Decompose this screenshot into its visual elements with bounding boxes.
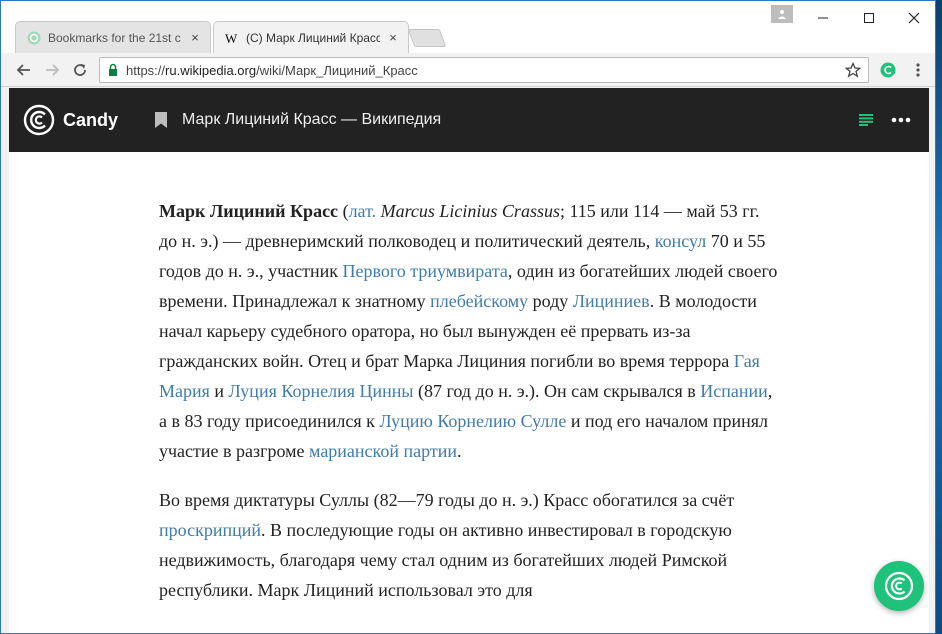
- url-text: https://ru.wikipedia.org/wiki/Марк_Лицин…: [126, 63, 418, 78]
- text: (: [338, 201, 349, 221]
- header-actions: [859, 114, 911, 126]
- browser-toolbar: https://ru.wikipedia.org/wiki/Марк_Лицин…: [1, 53, 935, 87]
- tab-title: Bookmarks for the 21st c: [48, 30, 181, 45]
- link-proscriptions[interactable]: проскрипций: [159, 520, 261, 540]
- tab-close-icon[interactable]: ×: [188, 30, 202, 45]
- candy-extension-icon: [880, 62, 896, 78]
- url-scheme: https://: [126, 62, 166, 78]
- tab-wikipedia[interactable]: W (C) Марк Лициний Красс ×: [213, 21, 409, 53]
- tab-title: (C) Марк Лициний Красс: [246, 30, 380, 45]
- svg-text:W: W: [225, 31, 238, 45]
- link-sulla[interactable]: Луцию Корнелию Сулле: [379, 411, 566, 431]
- wikipedia-favicon-icon: W: [224, 30, 240, 46]
- link-consul[interactable]: консул: [655, 231, 706, 251]
- maximize-button[interactable]: [847, 7, 891, 29]
- back-button[interactable]: [13, 59, 35, 81]
- text: (87 год до н. э.). Он сам скрывался в: [413, 381, 701, 401]
- candy-floating-button[interactable]: [874, 561, 924, 611]
- new-tab-button[interactable]: [407, 29, 447, 47]
- text: и: [209, 381, 229, 401]
- link-plebeian[interactable]: плебейскому: [430, 291, 528, 311]
- link-cinna[interactable]: Луция Корнелия Цинны: [229, 381, 414, 401]
- candy-logo-icon: [884, 571, 914, 601]
- arrow-right-icon: [46, 64, 60, 76]
- text: .: [457, 441, 462, 461]
- candy-favicon-icon: [26, 30, 42, 46]
- reader-content: Марк Лициний Красс (лат. Marcus Licinius…: [9, 152, 929, 633]
- address-bar[interactable]: https://ru.wikipedia.org/wiki/Марк_Лицин…: [99, 57, 869, 83]
- article-body: Марк Лициний Красс (лат. Marcus Licinius…: [159, 196, 779, 624]
- candy-extension-button[interactable]: [877, 59, 899, 81]
- reload-icon: [74, 64, 86, 76]
- candy-header: Candy Марк Лициний Красс — Википедия: [9, 88, 929, 152]
- link-latin[interactable]: лат.: [349, 201, 377, 221]
- link-spain[interactable]: Испании: [700, 381, 768, 401]
- minimize-button[interactable]: [801, 7, 845, 29]
- candy-logo-icon[interactable]: [23, 104, 55, 136]
- lock-icon: [109, 63, 117, 76]
- text: роду: [528, 291, 573, 311]
- forward-button[interactable]: [41, 59, 63, 81]
- more-options-icon[interactable]: [891, 117, 911, 123]
- browser-menu-button[interactable]: [907, 59, 929, 81]
- latin-name: Marcus Licinius Crassus: [376, 201, 560, 221]
- tab-bookmarks[interactable]: Bookmarks for the 21st c ×: [15, 21, 211, 53]
- link-marian-party[interactable]: марианской партии: [309, 441, 457, 461]
- user-profile-icon[interactable]: [771, 5, 793, 23]
- article-paragraph-1: Марк Лициний Красс (лат. Marcus Licinius…: [159, 196, 779, 466]
- browser-window: Bookmarks for the 21st c × W (C) Марк Ли…: [0, 0, 936, 634]
- tab-close-icon[interactable]: ×: [386, 30, 400, 45]
- candy-app-name: Candy: [63, 109, 119, 130]
- list-view-icon[interactable]: [859, 114, 873, 126]
- bookmark-icon[interactable]: [154, 111, 168, 129]
- page-title: Марк Лициний Красс — Википедия: [182, 111, 442, 128]
- reload-button[interactable]: [69, 59, 91, 81]
- bookmark-star-icon[interactable]: [844, 61, 862, 79]
- link-licinii[interactable]: Лициниев: [573, 291, 650, 311]
- tab-strip: Bookmarks for the 21st c × W (C) Марк Ли…: [1, 1, 935, 53]
- close-window-button[interactable]: [892, 7, 935, 29]
- text: Во время диктатуры Суллы (82—79 годы до …: [159, 490, 735, 510]
- url-path: /wiki/Марк_Лициний_Красс: [256, 62, 418, 78]
- link-first-triumvirate[interactable]: Первого триумвирата: [343, 261, 508, 281]
- vertical-dots-icon: [916, 63, 920, 77]
- arrow-left-icon: [16, 64, 30, 76]
- article-subject: Марк Лициний Красс: [159, 201, 339, 221]
- url-host: ru.wikipedia.org: [165, 62, 257, 78]
- desktop-background: [936, 0, 942, 634]
- article-paragraph-2: Во время диктатуры Суллы (82—79 годы до …: [159, 485, 779, 605]
